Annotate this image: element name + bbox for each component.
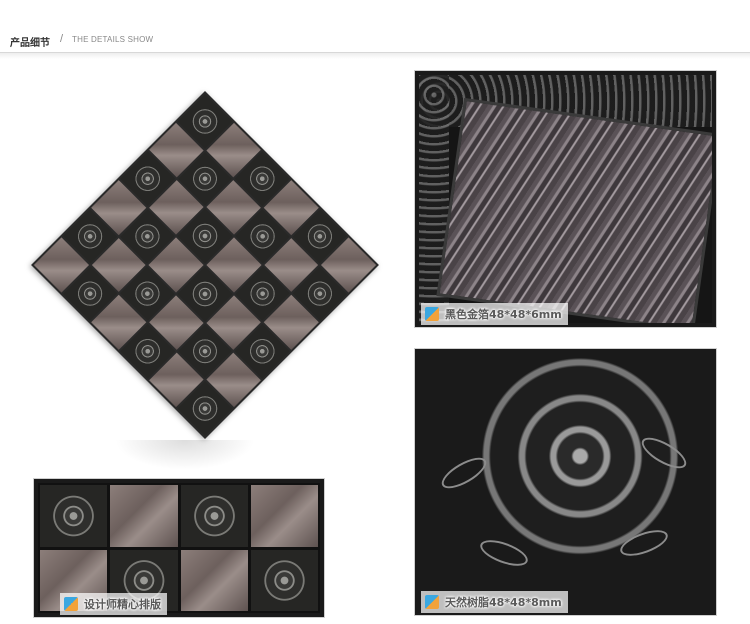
- photo-caption: 黑色金箔48*48*6mm: [421, 303, 568, 325]
- carved-leaf: [617, 525, 671, 561]
- mosaic-tile-glass: [110, 485, 178, 547]
- section-title-cn: 产品细节: [10, 38, 50, 49]
- section-title-separator: /: [60, 33, 64, 45]
- carved-leaf: [477, 535, 531, 571]
- brand-square-icon: [425, 307, 439, 321]
- caption-text: 设计师精心排版: [84, 598, 161, 611]
- mosaic-tile-glass: [180, 549, 248, 611]
- detail-photo-layout: 设计师精心排版: [33, 478, 325, 618]
- header-shadow: [0, 53, 750, 59]
- carved-leaf: [437, 451, 491, 495]
- caption-text: 黑色金箔48*48*6mm: [445, 308, 562, 321]
- glass-tile-closeup: [436, 97, 712, 323]
- mosaic-tile-ornate: [250, 549, 318, 611]
- mosaic-reflection: [115, 440, 255, 470]
- mosaic-sheet-image: [30, 90, 380, 440]
- mosaic-tile-ornate: [40, 485, 108, 547]
- photo-caption: 天然树脂48*48*8mm: [421, 591, 568, 613]
- brand-square-icon: [425, 595, 439, 609]
- mosaic-diamond: [31, 91, 379, 439]
- carved-leaf: [637, 431, 691, 475]
- detail-photo-gold-foil: 黑色金箔48*48*6mm: [414, 70, 717, 328]
- mosaic-tile-ornate: [180, 485, 248, 547]
- detail-photo-resin: 天然树脂48*48*8mm: [414, 348, 717, 616]
- photo-caption: 设计师精心排版: [60, 593, 167, 615]
- section-title-en: THE DETAILS SHOW: [72, 35, 154, 44]
- section-header: 产品细节 / THE DETAILS SHOW: [0, 0, 750, 60]
- mosaic-tile-glass: [250, 485, 318, 547]
- caption-text: 天然树脂48*48*8mm: [445, 596, 562, 609]
- brand-square-icon: [64, 597, 78, 611]
